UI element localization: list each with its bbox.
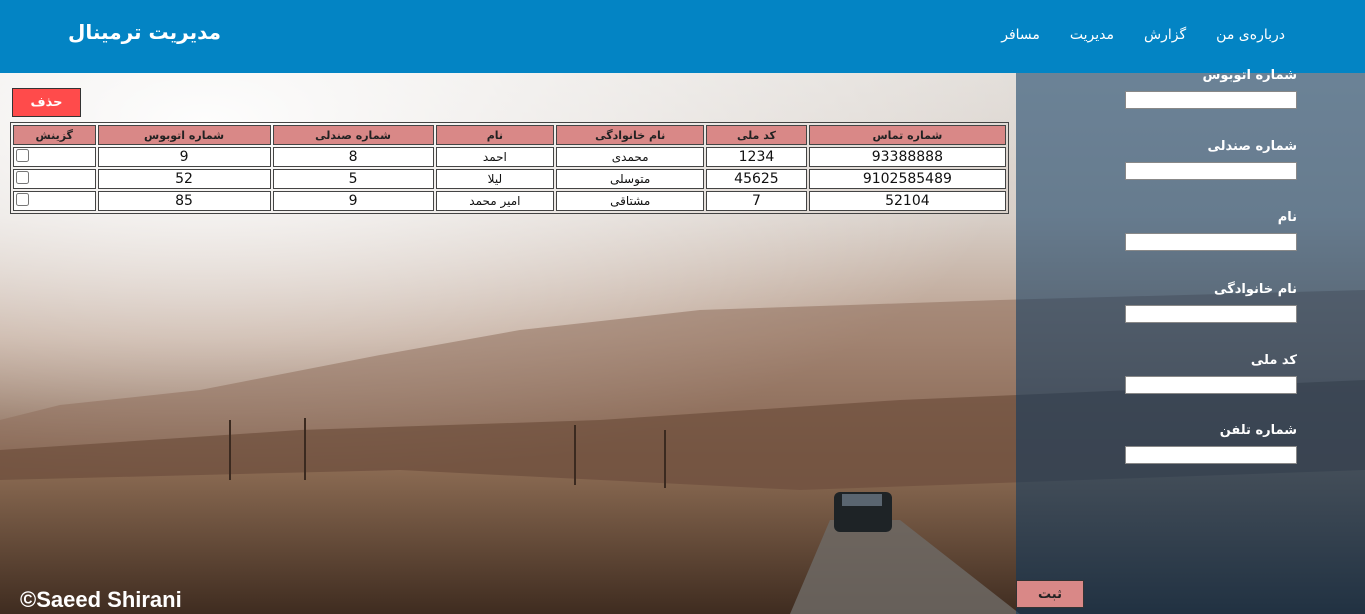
header-select: گزینش: [13, 125, 96, 145]
bus-number-input[interactable]: [1125, 90, 1297, 109]
seat-number-input[interactable]: [1125, 161, 1297, 180]
national-id-input[interactable]: [1125, 375, 1297, 394]
submit-button[interactable]: ثبت: [1016, 580, 1084, 608]
national-id-label: کد ملی: [1250, 353, 1297, 368]
row-checkbox[interactable]: [16, 148, 29, 162]
header-first-name: نام: [435, 125, 555, 145]
nav-item-passenger[interactable]: مسافر: [1001, 27, 1040, 43]
top-navbar: مدیریت ترمینال درباره‌ی من گزارش مدیریت …: [0, 0, 1365, 73]
first-name-cell: احمد: [435, 147, 555, 167]
header-phone: شماره تماس: [808, 125, 1006, 145]
first-name-cell: امیر محمد: [435, 191, 555, 211]
seat-cell: 5: [272, 169, 434, 189]
phone-label: شماره تلفن: [1219, 423, 1297, 438]
nav-menu: درباره‌ی من گزارش مدیریت مسافر: [1001, 27, 1285, 43]
seat-cell: 8: [272, 147, 434, 167]
table-row: 85 9 امیر محمد مشتاقی 7 52104: [13, 191, 1006, 211]
copyright-text: ©Saeed Shirani: [20, 587, 182, 612]
form-group-seat-number: شماره صندلی: [1122, 139, 1297, 180]
row-checkbox[interactable]: [16, 170, 29, 184]
nav-item-management[interactable]: مدیریت: [1070, 27, 1114, 43]
first-name-cell: لیلا: [435, 169, 555, 189]
last-name-cell: متوسلی: [556, 169, 705, 189]
seat-cell: 9: [272, 191, 434, 211]
last-name-cell: مشتاقی: [556, 191, 705, 211]
table-header-row: گزینش شماره اتوبوس شماره صندلی نام نام خ…: [13, 125, 1006, 145]
brand-title[interactable]: مدیریت ترمینال: [68, 20, 221, 44]
header-national-id: کد ملی: [706, 125, 807, 145]
last-name-input[interactable]: [1125, 304, 1297, 323]
form-group-bus-number: شماره اتوبوس: [1122, 68, 1297, 109]
last-name-label: نام خانوادگی: [1214, 282, 1297, 297]
header-bus-number: شماره اتوبوس: [97, 125, 271, 145]
header-last-name: نام خانوادگی: [556, 125, 705, 145]
national-id-cell: 45625: [706, 169, 807, 189]
first-name-label: نام: [1277, 210, 1297, 225]
row-checkbox[interactable]: [16, 192, 29, 206]
national-id-cell: 7: [706, 191, 807, 211]
form-group-phone: شماره تلفن: [1122, 423, 1297, 464]
bus-number-label: شماره اتوبوس: [1202, 68, 1297, 83]
phone-cell: 52104: [808, 191, 1006, 211]
select-cell: [13, 191, 96, 211]
national-id-cell: 1234: [706, 147, 807, 167]
phone-cell: 9102585489: [808, 169, 1006, 189]
header-seat-number: شماره صندلی: [272, 125, 434, 145]
select-cell: [13, 147, 96, 167]
bus-cell: 52: [97, 169, 271, 189]
nav-item-report[interactable]: گزارش: [1144, 27, 1186, 43]
table-row: 52 5 لیلا متوسلی 45625 9102585489: [13, 169, 1006, 189]
table-row: 9 8 احمد محمدی 1234 93388888: [13, 147, 1006, 167]
phone-cell: 93388888: [808, 147, 1006, 167]
select-cell: [13, 169, 96, 189]
first-name-input[interactable]: [1125, 232, 1297, 251]
bus-cell: 85: [97, 191, 271, 211]
phone-input[interactable]: [1125, 445, 1297, 464]
form-group-national-id: کد ملی: [1122, 353, 1297, 394]
form-group-last-name: نام خانوادگی: [1122, 282, 1297, 323]
seat-number-label: شماره صندلی: [1207, 139, 1297, 154]
last-name-cell: محمدی: [556, 147, 705, 167]
form-group-first-name: نام: [1122, 210, 1297, 251]
nav-item-about[interactable]: درباره‌ی من: [1216, 27, 1285, 43]
passenger-table: گزینش شماره اتوبوس شماره صندلی نام نام خ…: [10, 122, 1009, 214]
bus-cell: 9: [97, 147, 271, 167]
delete-button[interactable]: حذف: [12, 88, 81, 117]
